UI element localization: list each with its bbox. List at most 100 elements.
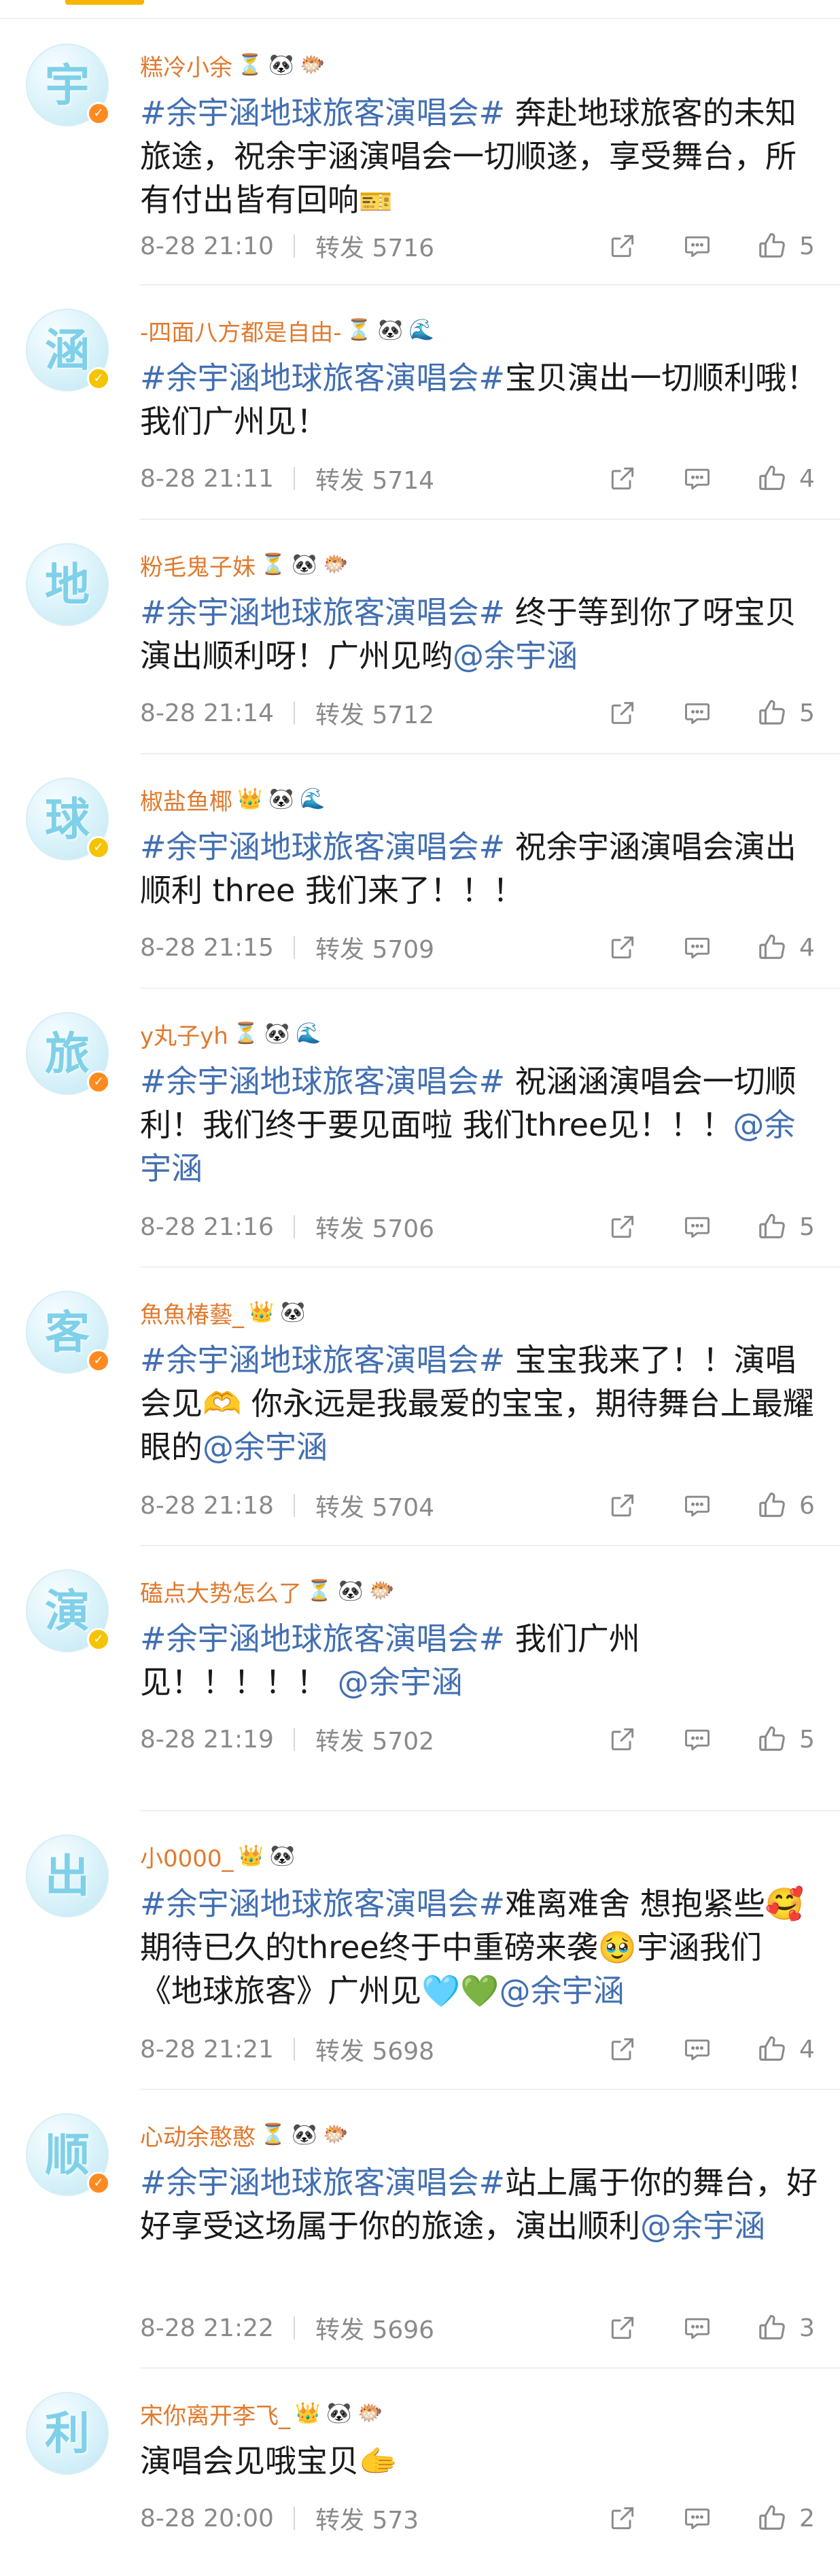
comment-icon[interactable] xyxy=(681,2312,714,2344)
mention-link[interactable]: @余宇涵 xyxy=(453,638,578,674)
comment-text: #余宇涵地球旅客演唱会# 我们广州见！！！！！ @余宇涵 xyxy=(140,1617,820,1704)
user-badge-icon: 🐼 xyxy=(326,2401,352,2425)
hashtag-link[interactable]: #余宇涵地球旅客演唱会# xyxy=(140,1342,505,1378)
hashtag-link[interactable]: #余宇涵地球旅客演唱会# xyxy=(140,1885,505,1922)
avatar[interactable]: 客 ✓ xyxy=(26,1291,111,1376)
comment-icon[interactable] xyxy=(681,1211,714,1243)
like-icon xyxy=(756,697,788,729)
timestamp: 8-28 21:16 xyxy=(140,1213,274,1241)
like-button[interactable]: 5 xyxy=(756,1211,820,1243)
hashtag-link[interactable]: #余宇涵地球旅客演唱会# xyxy=(140,94,505,131)
action-bar: 6 xyxy=(564,1489,820,1522)
like-icon xyxy=(756,230,788,262)
username-link[interactable]: y丸子yh xyxy=(140,1017,228,1051)
hashtag-link[interactable]: #余宇涵地球旅客演唱会# xyxy=(140,1620,505,1657)
username-row: 椒盐鱼椰 👑 🐼 🌊 xyxy=(140,783,326,816)
meta-divider xyxy=(294,2316,295,2339)
like-icon xyxy=(756,1211,788,1243)
username-link[interactable]: 宋你离开李飞_ xyxy=(140,2397,290,2431)
user-badge-icon: 🐼 xyxy=(280,1300,306,1324)
like-count: 4 xyxy=(799,933,815,962)
comment-text: #余宇涵地球旅客演唱会# 祝余宇涵演唱会演出顺利 three 我们来了！！！ xyxy=(140,825,820,912)
comment-icon[interactable] xyxy=(681,931,714,964)
repost-count: 转发 573 xyxy=(315,2507,419,2535)
user-badge-icon: 👑 xyxy=(295,2401,321,2425)
comment-icon[interactable] xyxy=(681,2502,714,2535)
avatar[interactable]: 旅 ✓ xyxy=(26,1012,111,1098)
username-link[interactable]: 心动余憨憨 xyxy=(140,2119,256,2152)
avatar-character: 利 xyxy=(45,2407,90,2460)
avatar[interactable]: 涵 ✓ xyxy=(26,309,111,394)
share-icon[interactable] xyxy=(606,2033,639,2066)
avatar-character: 涵 xyxy=(45,324,90,377)
user-badge-icon: 🐼 xyxy=(268,787,294,811)
like-button[interactable]: 6 xyxy=(756,1489,820,1522)
username-link[interactable]: 磕点大势怎么了 xyxy=(140,1575,302,1608)
avatar[interactable]: 出 xyxy=(26,1834,111,1920)
avatar[interactable]: 地 xyxy=(26,543,111,629)
repost-count: 转发 5704 xyxy=(315,1494,435,1522)
like-icon xyxy=(756,1723,788,1756)
username-link[interactable]: 椒盐鱼椰 xyxy=(140,783,232,816)
like-button[interactable]: 3 xyxy=(756,2312,820,2344)
comment-item: 旅 ✓ y丸子yh ⏳ 🐼 🌊 #余宇涵地球旅客演唱会# 祝涵涵演唱会一切顺利！我们终于要见… xyxy=(0,989,840,1268)
like-button[interactable]: 5 xyxy=(756,1723,820,1756)
like-button[interactable]: 4 xyxy=(756,931,820,964)
top-divider xyxy=(0,18,840,19)
share-icon[interactable] xyxy=(606,462,639,495)
avatar[interactable]: 演 ✓ xyxy=(26,1569,111,1655)
mention-link[interactable]: @余宇涵 xyxy=(640,2208,765,2244)
verified-badge-icon: ✓ xyxy=(87,2172,110,2195)
timestamp: 8-28 21:18 xyxy=(140,1491,274,1520)
comment-icon[interactable] xyxy=(681,697,714,729)
user-badge-icon: 👑 xyxy=(249,1300,275,1324)
verified-badge-icon: ✓ xyxy=(87,102,110,125)
like-count: 5 xyxy=(799,1213,815,1241)
share-icon[interactable] xyxy=(606,2502,639,2535)
comment-icon[interactable] xyxy=(681,2033,714,2066)
comment-icon[interactable] xyxy=(681,230,714,262)
like-button[interactable]: 5 xyxy=(756,697,820,729)
comment-item: 球 ✓ 椒盐鱼椰 👑 🐼 🌊 #余宇涵地球旅客演唱会# 祝余宇涵演唱会演出顺利 three … xyxy=(0,754,840,989)
like-count: 4 xyxy=(799,2035,815,2064)
hashtag-link[interactable]: #余宇涵地球旅客演唱会# xyxy=(140,360,505,396)
username-link[interactable]: 糕冷小余 xyxy=(140,49,232,82)
mention-link[interactable]: @余宇涵 xyxy=(500,1972,625,2009)
hashtag-link[interactable]: #余宇涵地球旅客演唱会# xyxy=(140,594,505,631)
share-icon[interactable] xyxy=(606,1723,639,1756)
like-count: 5 xyxy=(799,232,815,260)
username-link[interactable]: 魚魚椿藝_ xyxy=(140,1296,244,1329)
share-icon[interactable] xyxy=(606,931,639,964)
avatar-character: 顺 xyxy=(45,2128,90,2181)
share-icon[interactable] xyxy=(606,1211,639,1243)
user-badge-icon: 👑 xyxy=(238,1844,264,1868)
meta-divider xyxy=(294,2038,295,2061)
avatar[interactable]: 顺 ✓ xyxy=(26,2113,111,2199)
username-link[interactable]: 小0000_ xyxy=(140,1840,234,1873)
avatar[interactable]: 利 xyxy=(26,2392,111,2477)
share-icon[interactable] xyxy=(606,230,639,262)
avatar[interactable]: 宇 ✓ xyxy=(26,43,111,129)
avatar[interactable]: 球 ✓ xyxy=(26,778,111,863)
hashtag-link[interactable]: #余宇涵地球旅客演唱会# xyxy=(140,2164,505,2201)
timestamp: 8-28 21:14 xyxy=(140,699,274,727)
share-icon[interactable] xyxy=(606,1489,639,1522)
share-icon[interactable] xyxy=(606,697,639,729)
username-link[interactable]: 粉毛鬼子妹 xyxy=(140,549,256,582)
like-button[interactable]: 4 xyxy=(756,2033,820,2066)
like-button[interactable]: 5 xyxy=(756,230,820,262)
hashtag-link[interactable]: #余宇涵地球旅客演唱会# xyxy=(140,1063,505,1100)
comment-icon[interactable] xyxy=(681,1489,714,1522)
like-button[interactable]: 2 xyxy=(756,2502,820,2535)
user-badge-icon: 🐡 xyxy=(369,1579,395,1603)
like-button[interactable]: 4 xyxy=(756,462,820,495)
comment-icon[interactable] xyxy=(681,462,714,495)
mention-link[interactable]: @余宇涵 xyxy=(338,1664,463,1701)
username-link[interactable]: -四面八方都是自由- xyxy=(140,314,342,347)
user-badge-icon: ⏳ xyxy=(233,1022,259,1045)
hashtag-link[interactable]: #余宇涵地球旅客演唱会# xyxy=(140,829,505,865)
share-icon[interactable] xyxy=(606,2312,639,2344)
comment-text: #余宇涵地球旅客演唱会#宝贝演出一切顺利哦！我们广州见！ xyxy=(140,356,820,443)
mention-link[interactable]: @余宇涵 xyxy=(203,1429,328,1465)
comment-icon[interactable] xyxy=(681,1723,714,1756)
